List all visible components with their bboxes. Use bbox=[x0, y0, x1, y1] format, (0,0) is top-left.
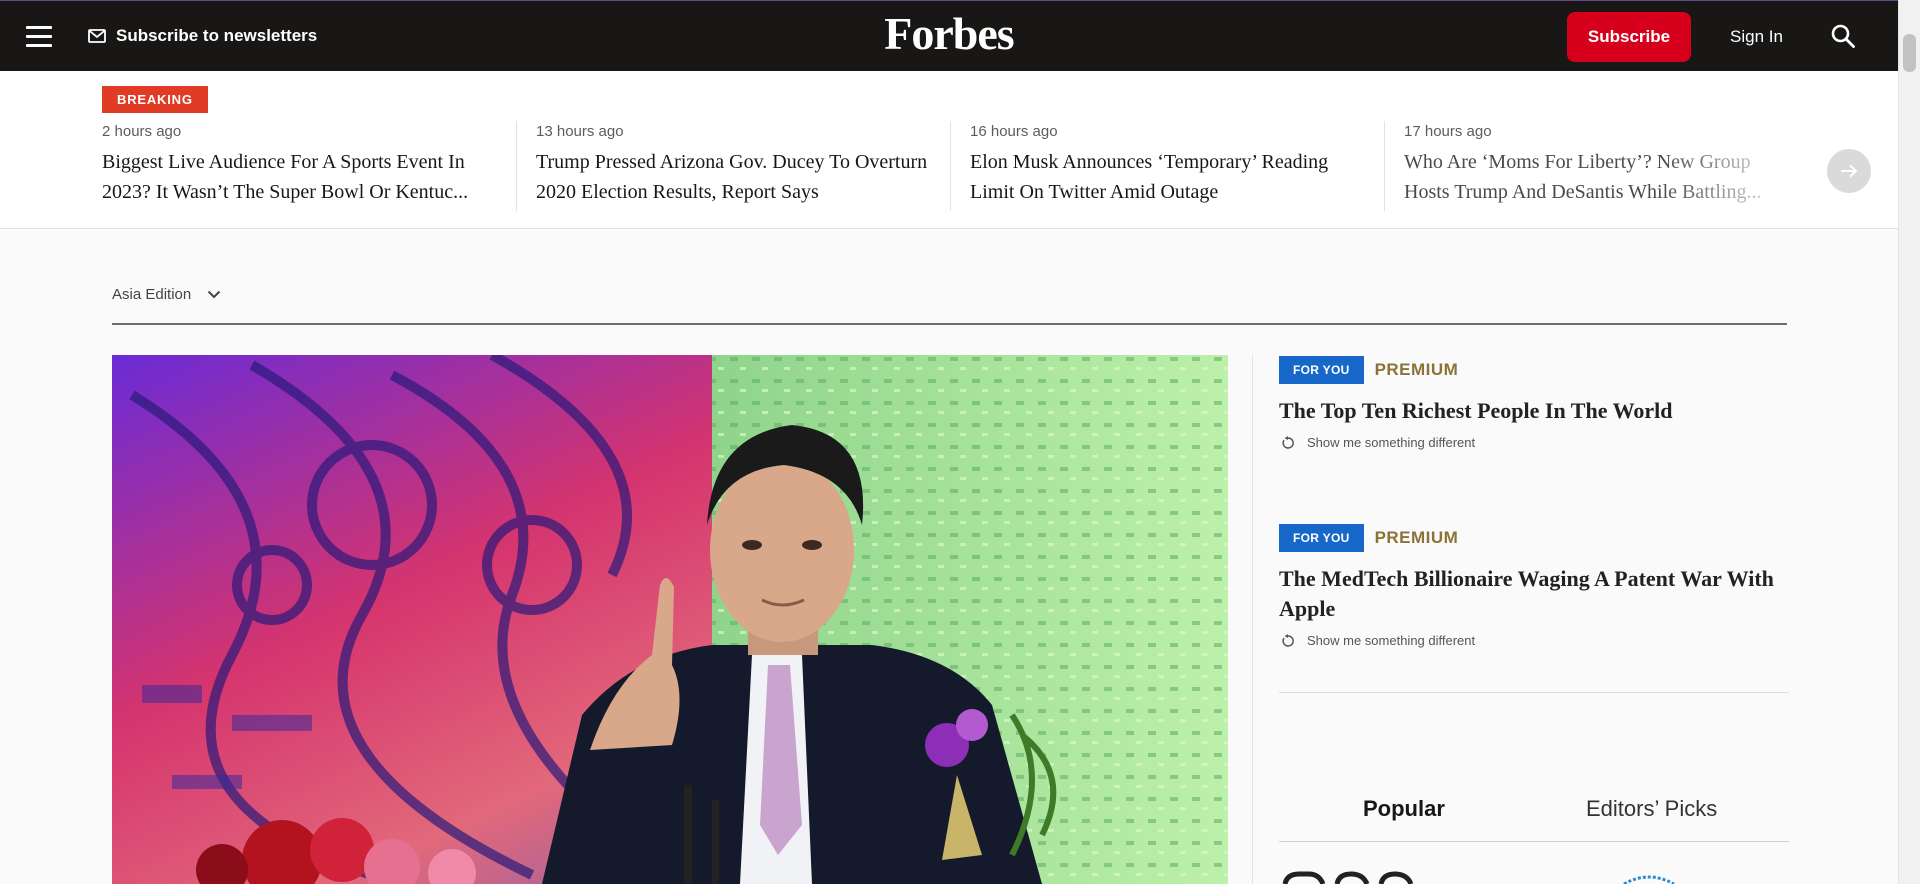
forbes-logo[interactable]: Forbes bbox=[884, 8, 1014, 59]
popular-tabs: Popular Editors’ Picks bbox=[1279, 790, 1789, 842]
for-you-badge: FOR YOU bbox=[1279, 524, 1364, 552]
subscribe-newsletters-link[interactable]: Subscribe to newsletters bbox=[88, 26, 317, 46]
news-headline[interactable]: Trump Pressed Arizona Gov. Ducey To Over… bbox=[536, 147, 931, 207]
hamburger-menu-icon[interactable] bbox=[26, 26, 52, 48]
breaking-badge: BREAKING bbox=[102, 86, 208, 113]
tab-editors-picks[interactable]: Editors’ Picks bbox=[1586, 796, 1717, 822]
edition-label: Asia Edition bbox=[112, 286, 192, 303]
show-different-label: Show me something different bbox=[1307, 633, 1476, 648]
card-title-link[interactable]: The Top Ten Richest People In The World bbox=[1279, 396, 1789, 426]
breaking-news-item[interactable]: 13 hours ago Trump Pressed Arizona Gov. … bbox=[516, 121, 931, 213]
premium-label: PREMIUM bbox=[1374, 360, 1459, 379]
premium-label: PREMIUM bbox=[1374, 528, 1459, 547]
hero-image[interactable] bbox=[112, 355, 1228, 884]
news-timestamp: 16 hours ago bbox=[970, 123, 1058, 140]
subscribe-button[interactable]: Subscribe bbox=[1567, 12, 1691, 62]
news-timestamp: 17 hours ago bbox=[1404, 123, 1492, 140]
envelope-icon bbox=[88, 29, 106, 43]
rail-divider bbox=[1252, 355, 1253, 884]
tab-popular[interactable]: Popular bbox=[1363, 796, 1445, 822]
carousel-next-button[interactable] bbox=[1827, 149, 1871, 193]
show-different-button[interactable]: Show me something different bbox=[1279, 435, 1789, 450]
scrollbar-thumb[interactable] bbox=[1903, 34, 1916, 72]
show-different-button[interactable]: Show me something different bbox=[1279, 633, 1789, 648]
edition-selector[interactable]: Asia Edition bbox=[112, 286, 221, 303]
news-timestamp: 13 hours ago bbox=[536, 123, 624, 140]
breaking-news-item[interactable]: 16 hours ago Elon Musk Announces ‘Tempor… bbox=[950, 121, 1365, 213]
divider bbox=[1384, 121, 1385, 211]
refresh-icon bbox=[1282, 435, 1294, 449]
popular-list-preview bbox=[1279, 870, 1789, 884]
refresh-icon bbox=[1282, 633, 1294, 647]
for-you-card: FOR YOU PREMIUM The Top Ten Richest Peop… bbox=[1279, 356, 1789, 450]
divider bbox=[950, 121, 951, 211]
search-icon[interactable] bbox=[1830, 23, 1856, 49]
page-scrollbar[interactable] bbox=[1898, 0, 1920, 884]
sign-in-link[interactable]: Sign In bbox=[1730, 27, 1783, 47]
show-different-label: Show me something different bbox=[1307, 435, 1476, 450]
chevron-down-icon bbox=[208, 290, 221, 299]
news-headline[interactable]: Elon Musk Announces ‘Temporary’ Reading … bbox=[970, 147, 1365, 207]
divider bbox=[516, 121, 517, 211]
newsletter-label: Subscribe to newsletters bbox=[116, 26, 318, 45]
site-header: Subscribe to newsletters Forbes Subscrib… bbox=[0, 0, 1898, 71]
for-you-card: FOR YOU PREMIUM The MedTech Billionaire … bbox=[1279, 524, 1789, 648]
breaking-news-item[interactable]: 2 hours ago Biggest Live Audience For A … bbox=[102, 121, 497, 213]
news-headline[interactable]: Biggest Live Audience For A Sports Event… bbox=[102, 147, 497, 207]
breaking-news-strip: BREAKING 2 hours ago Biggest Live Audien… bbox=[0, 71, 1898, 229]
hero-photo bbox=[112, 355, 1228, 884]
news-timestamp: 2 hours ago bbox=[102, 123, 182, 140]
breaking-news-item[interactable]: 17 hours ago Who Are ‘Moms For Liberty’?… bbox=[1384, 121, 1799, 213]
edition-divider bbox=[112, 323, 1787, 325]
card-title-link[interactable]: The MedTech Billionaire Waging A Patent … bbox=[1279, 564, 1789, 624]
arrow-right-icon bbox=[1841, 164, 1858, 178]
news-headline[interactable]: Who Are ‘Moms For Liberty’? New Group Ho… bbox=[1404, 147, 1799, 207]
rail-divider-line bbox=[1279, 692, 1789, 693]
for-you-badge: FOR YOU bbox=[1279, 356, 1364, 384]
